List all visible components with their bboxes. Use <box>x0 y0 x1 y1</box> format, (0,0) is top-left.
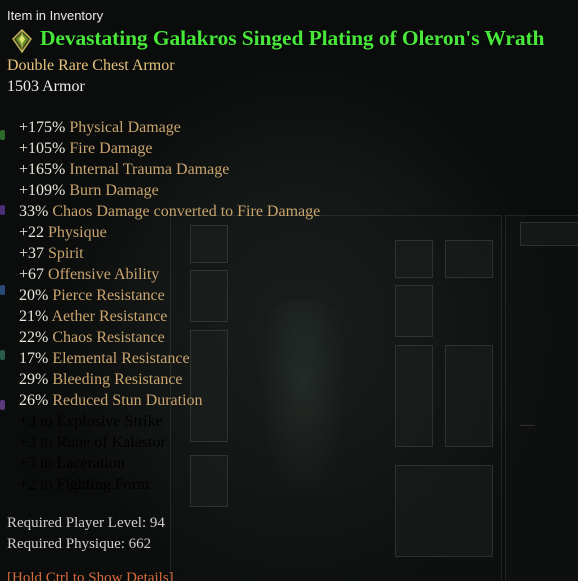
stat-line: 29% Bleeding Resistance <box>19 369 320 390</box>
required-level: Required Player Level: 94 <box>7 515 165 531</box>
stat-text: Chaos Damage converted to Fire Damage <box>48 203 321 220</box>
stat-line: +67 Offensive Ability <box>19 264 320 285</box>
stat-text: Physique <box>44 224 107 241</box>
stat-line: 26% Reduced Stun Duration <box>19 390 320 411</box>
stat-line: 21% Aether Resistance <box>19 306 320 327</box>
game-inventory-screen: — Item in Inventory Devastating Galakros… <box>0 0 578 581</box>
stat-value: 29% <box>19 371 49 388</box>
stat-line: +109% Burn Damage <box>19 180 320 201</box>
rare-armor-gem-icon <box>12 29 32 53</box>
stat-text: Spirit <box>44 245 84 262</box>
skill-bonus-line: +3 to Explosive Strike <box>19 413 163 430</box>
stat-value: +22 <box>19 224 45 241</box>
item-stat-list: +175% Physical Damage +105% Fire Damage … <box>19 117 320 495</box>
stat-text: Burn Damage <box>65 182 159 199</box>
stat-line: +37 Spirit <box>19 243 320 264</box>
skill-bonus-line: +3 to Laceration <box>19 455 125 472</box>
stat-line: +175% Physical Damage <box>19 117 320 138</box>
stat-value: 33% <box>19 203 49 220</box>
stat-value: 20% <box>19 287 49 304</box>
stat-value: +175% <box>19 119 66 136</box>
stat-text: Internal Trauma Damage <box>65 161 230 178</box>
show-details-hint: [Hold Ctrl to Show Details] <box>7 570 174 581</box>
required-physique: Required Physique: 662 <box>7 536 152 552</box>
skill-bonus-line: +3 to Rune of Kalastor <box>19 434 166 451</box>
stat-line: +105% Fire Damage <box>19 138 320 159</box>
tooltip-source-label: Item in Inventory <box>7 8 104 23</box>
stat-line: 20% Pierce Resistance <box>19 285 320 306</box>
stat-value: 22% <box>19 329 49 346</box>
item-requirements: Required Player Level: 94 Required Physi… <box>7 513 165 555</box>
stat-line: 22% Chaos Resistance <box>19 327 320 348</box>
stat-line: 33% Chaos Damage converted to Fire Damag… <box>19 201 320 222</box>
stat-text: Chaos Resistance <box>48 329 165 346</box>
stat-text: Pierce Resistance <box>48 287 165 304</box>
stat-value: +109% <box>19 182 66 199</box>
stat-text: Physical Damage <box>65 119 181 136</box>
stat-text: Elemental Resistance <box>48 350 190 367</box>
stat-text: Reduced Stun Duration <box>48 392 203 409</box>
stat-text: Bleeding Resistance <box>48 371 183 388</box>
stat-line: +165% Internal Trauma Damage <box>19 159 320 180</box>
stat-text: Offensive Ability <box>44 266 160 283</box>
stat-value: +165% <box>19 161 66 178</box>
stat-text: Aether Resistance <box>48 308 168 325</box>
stat-value: 26% <box>19 392 49 409</box>
stat-value: 17% <box>19 350 49 367</box>
stat-value: 21% <box>19 308 49 325</box>
stat-value: +37 <box>19 245 45 262</box>
stat-text: Fire Damage <box>65 140 153 157</box>
stat-value: +105% <box>19 140 66 157</box>
stat-line: 17% Elemental Resistance <box>19 348 320 369</box>
item-type: Double Rare Chest Armor <box>7 57 175 74</box>
stat-value: +67 <box>19 266 45 283</box>
item-tooltip: Item in Inventory Devastating Galakros S… <box>0 0 578 581</box>
item-armor-value: 1503 Armor <box>7 78 85 95</box>
skill-bonus-line: +2 to Fighting Form <box>19 476 150 493</box>
item-title: Devastating Galakros Singed Plating of O… <box>40 26 545 50</box>
stat-line: +22 Physique <box>19 222 320 243</box>
